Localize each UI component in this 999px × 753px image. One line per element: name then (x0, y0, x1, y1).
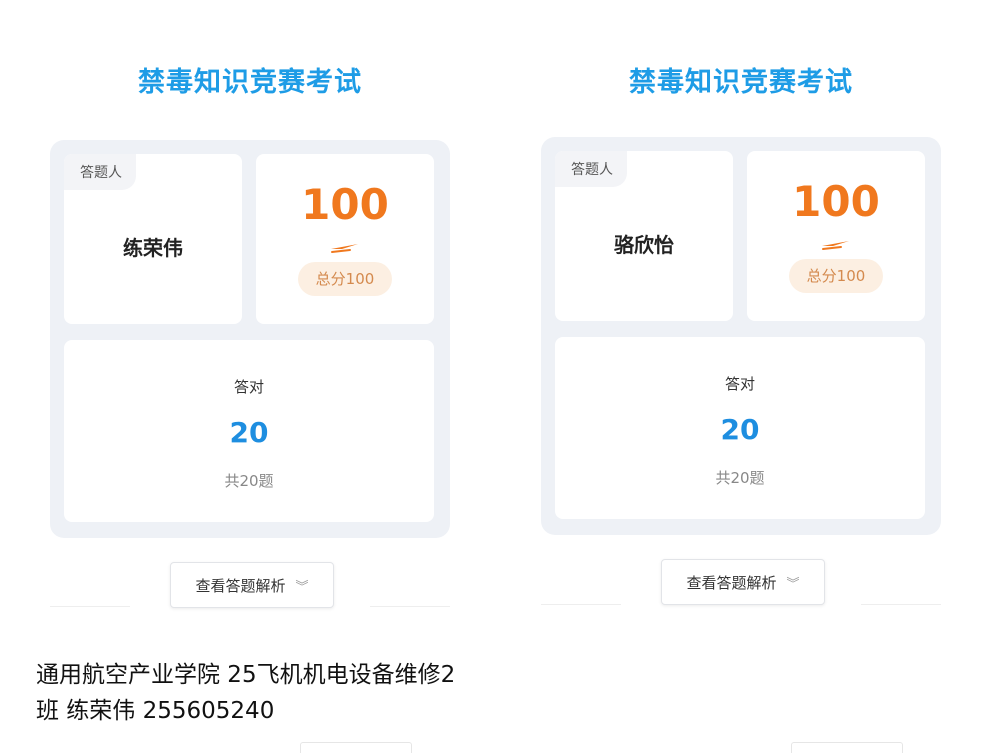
review-answers-button[interactable]: 查看答题解析 ︾ (170, 562, 334, 608)
score-value: 100 (792, 177, 880, 226)
respondent-label: 答题人 (555, 151, 627, 187)
result-card: 答题人 练荣伟 100 总分100 答对 20 共20题 (50, 140, 450, 538)
respondent-name: 练荣伟 (123, 236, 183, 260)
respondent-box: 答题人 骆欣怡 (555, 151, 733, 321)
score-stroke-icon (331, 244, 358, 253)
respondent-box: 答题人 练荣伟 (64, 154, 242, 324)
exam-title: 禁毒知识竞赛考试 (629, 67, 853, 98)
double-chevron-down-icon: ︾ (786, 576, 800, 592)
correct-label: 答对 (233, 378, 264, 396)
score-box: 100 总分100 (256, 154, 434, 324)
score-value: 100 (301, 180, 389, 229)
result-panel-1: 禁毒知识竞赛考试 答题人 练荣伟 100 总分100 答对 20 共20题 查看… (40, 0, 460, 753)
correct-count: 20 (229, 416, 269, 449)
correct-box: 答对 20 共20题 (64, 340, 434, 522)
total-score-badge: 总分100 (298, 262, 392, 296)
divider (861, 604, 941, 605)
next-card-edge (300, 742, 412, 753)
total-questions: 共20题 (224, 472, 274, 490)
result-panel-2: 禁毒知识竞赛考试 答题人 骆欣怡 100 总分100 答对 20 共20题 查看… (531, 0, 951, 753)
review-answers-button[interactable]: 查看答题解析 ︾ (661, 559, 825, 605)
review-button-label: 查看答题解析 (195, 576, 286, 595)
next-card-edge (791, 742, 903, 753)
exam-title: 禁毒知识竞赛考试 (138, 67, 362, 98)
divider (50, 606, 130, 607)
score-box: 100 总分100 (747, 151, 925, 321)
respondent-name: 骆欣怡 (614, 233, 674, 257)
score-stroke-icon (822, 241, 849, 250)
result-card: 答题人 骆欣怡 100 总分100 答对 20 共20题 (541, 137, 941, 535)
student-info-caption: 通用航空产业学院 25飞机机电设备维修2班 练荣伟 255605240 (36, 662, 456, 724)
double-chevron-down-icon: ︾ (295, 579, 309, 595)
total-score-badge: 总分100 (789, 259, 883, 293)
correct-box: 答对 20 共20题 (555, 337, 925, 519)
respondent-label: 答题人 (64, 154, 136, 190)
divider (541, 604, 621, 605)
correct-label: 答对 (724, 375, 755, 393)
divider (370, 606, 450, 607)
correct-count: 20 (720, 413, 760, 446)
review-button-label: 查看答题解析 (686, 573, 777, 592)
total-questions: 共20题 (715, 469, 765, 487)
